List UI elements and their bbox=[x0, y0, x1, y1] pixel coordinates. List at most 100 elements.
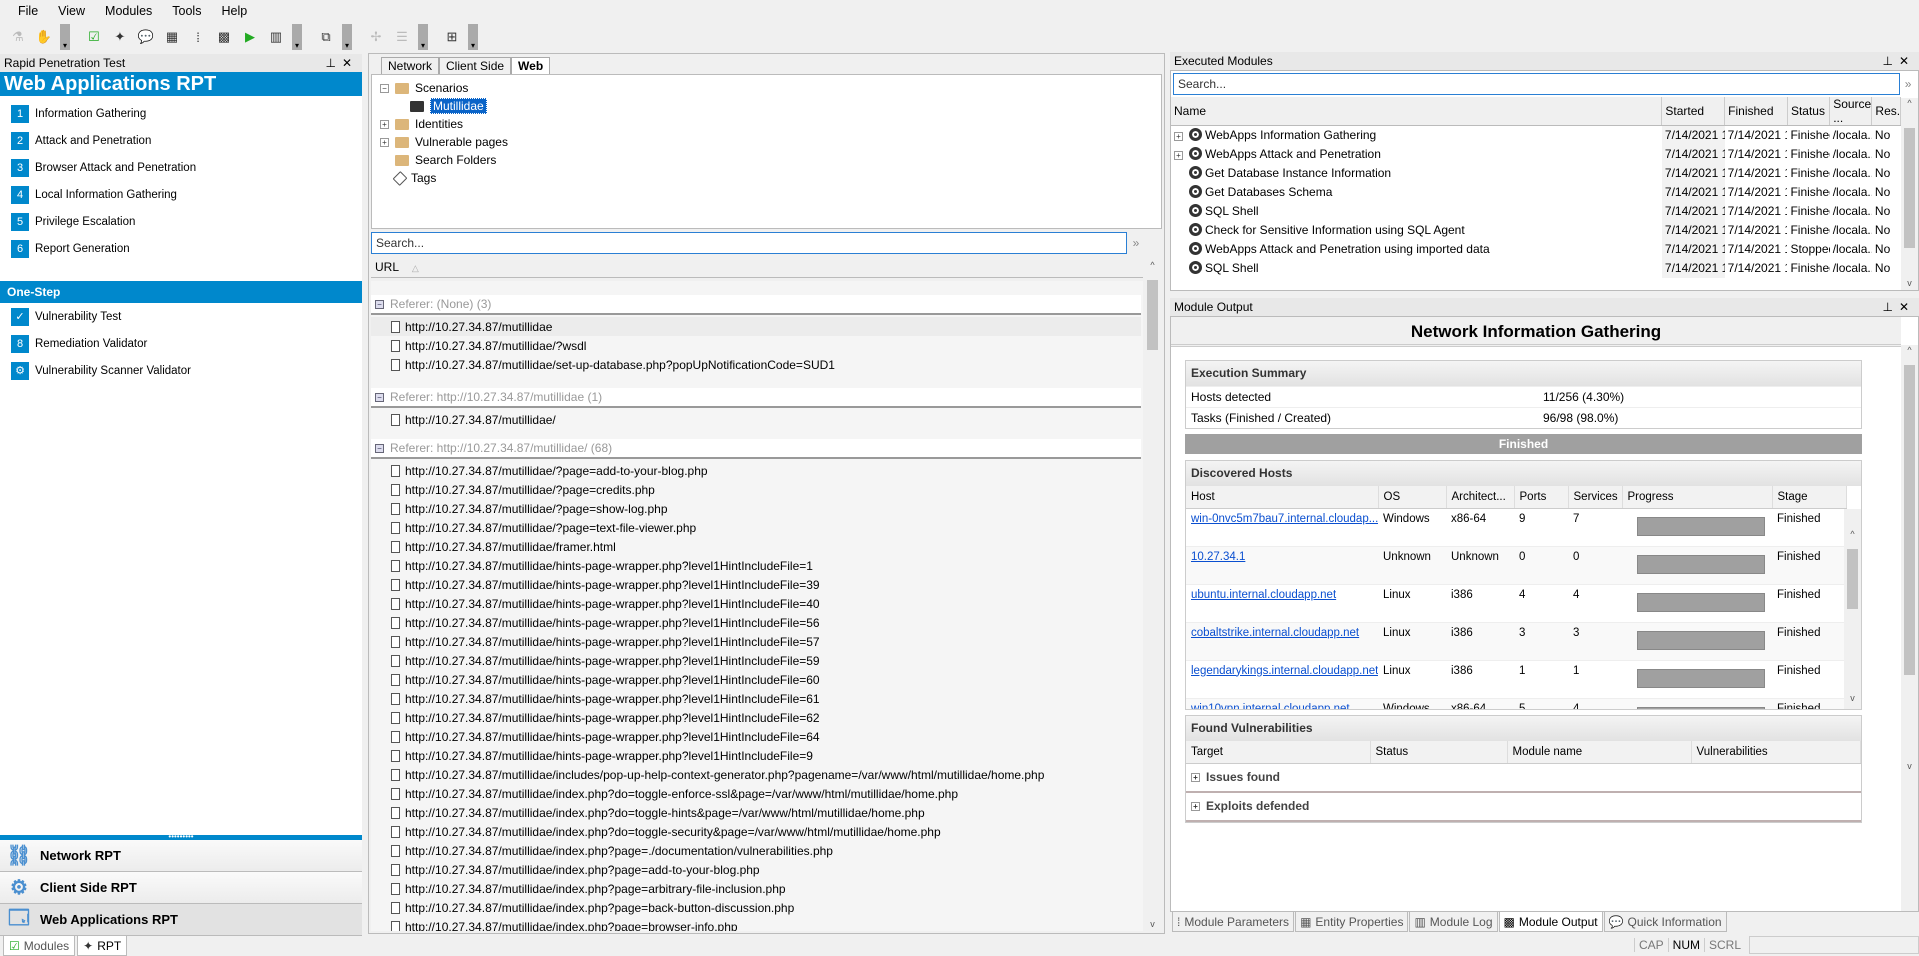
module-row[interactable]: +SQL Shell7/14/2021 10...7/14/2021 10...… bbox=[1171, 201, 1901, 221]
column-header[interactable]: Ports bbox=[1514, 486, 1569, 509]
url-row[interactable]: http://10.27.34.87/mutillidae/hints-page… bbox=[371, 708, 1141, 727]
hosts-scrollbar[interactable]: ^ v bbox=[1844, 509, 1861, 709]
url-row[interactable]: http://10.27.34.87/mutillidae/includes/p… bbox=[371, 765, 1141, 784]
host-link[interactable]: cobaltstrike.internal.cloudapp.net bbox=[1191, 627, 1359, 639]
rpt-step[interactable]: ⚙ Vulnerability Scanner Validator bbox=[0, 357, 362, 384]
url-row[interactable]: http://10.27.34.87/mutillidae/index.php?… bbox=[371, 879, 1141, 898]
tree-node-mutillidae[interactable]: Mutillidae bbox=[372, 97, 1161, 115]
menu-file[interactable]: File bbox=[18, 4, 38, 18]
url-row[interactable]: http://10.27.34.87/mutillidae/set-up-dat… bbox=[371, 355, 1141, 374]
column-header[interactable]: Host bbox=[1186, 486, 1379, 509]
modules-scrollbar[interactable]: ^ v bbox=[1901, 98, 1918, 290]
run-icon[interactable]: ▶ bbox=[240, 27, 260, 47]
column-header[interactable]: Vulnerabilities bbox=[1691, 741, 1861, 764]
expand-search-icon[interactable]: » bbox=[1127, 236, 1145, 250]
pin-close-icons[interactable]: ⊥✕ bbox=[325, 56, 358, 70]
tab-network[interactable]: Network bbox=[381, 57, 440, 74]
tab-quick-information[interactable]: 💬 Quick Information bbox=[1603, 912, 1727, 932]
properties-icon[interactable]: ▦ bbox=[162, 27, 182, 47]
url-row[interactable]: http://10.27.34.87/mutillidae/index.php?… bbox=[371, 841, 1141, 860]
output-icon[interactable]: ▩ bbox=[214, 27, 234, 47]
column-header[interactable]: Progress bbox=[1622, 486, 1773, 509]
pin-close-icons[interactable]: ⊥✕ bbox=[1882, 54, 1915, 68]
collapse-icon[interactable]: − bbox=[375, 443, 384, 453]
tree-node[interactable]: +Search Folders bbox=[372, 151, 1161, 169]
url-row[interactable]: http://10.27.34.87/mutillidae/index.php?… bbox=[371, 803, 1141, 822]
module-row[interactable]: +Check for Sensitive Information using S… bbox=[1171, 220, 1901, 240]
host-link[interactable]: win-0nvc5m7bau7.internal.cloudap... bbox=[1191, 513, 1378, 525]
rpt-step[interactable]: 3 Browser Attack and Penetration bbox=[0, 154, 362, 181]
collapse-icon[interactable]: − bbox=[375, 299, 384, 309]
clean-icon[interactable]: ✋ bbox=[34, 27, 54, 47]
url-row[interactable]: http://10.27.34.87/mutillidae/index.php?… bbox=[371, 898, 1141, 917]
url-search-input[interactable]: Search... bbox=[371, 232, 1127, 254]
expand-icon[interactable]: + bbox=[380, 137, 389, 147]
list-icon[interactable]: ☰ bbox=[392, 27, 412, 47]
column-header[interactable]: Stage bbox=[1772, 486, 1847, 509]
url-row[interactable]: http://10.27.34.87/mutillidae/hints-page… bbox=[371, 727, 1141, 746]
log-icon[interactable]: ▥ bbox=[266, 27, 286, 47]
url-row[interactable]: http://10.27.34.87/mutillidae/?page=text… bbox=[371, 518, 1141, 537]
url-row[interactable]: http://10.27.34.87/mutillidae/ bbox=[371, 410, 1141, 429]
network-icon[interactable]: ✢ bbox=[366, 27, 386, 47]
url-row[interactable]: http://10.27.34.87/mutillidae/?wsdl bbox=[371, 336, 1141, 355]
expand-icon[interactable]: + bbox=[1191, 801, 1200, 811]
expand-icon[interactable]: + bbox=[1174, 151, 1183, 160]
host-link[interactable]: win10vpn.internal.cloudapp.net bbox=[1191, 703, 1350, 710]
collapse-icon[interactable]: − bbox=[375, 392, 384, 402]
column-header[interactable]: Module name bbox=[1507, 741, 1692, 764]
vuln-group[interactable]: + Issues found bbox=[1186, 764, 1861, 793]
column-header[interactable]: Started bbox=[1661, 97, 1726, 126]
rpt-1[interactable]: ⚙ Client Side RPT bbox=[0, 872, 362, 904]
attack-icon[interactable]: ⚗ bbox=[8, 27, 28, 47]
url-row[interactable]: http://10.27.34.87/mutillidae/hints-page… bbox=[371, 670, 1141, 689]
expand-search-icon[interactable]: » bbox=[1900, 77, 1916, 91]
tab-entity-properties[interactable]: ▦ Entity Properties bbox=[1295, 912, 1409, 932]
vuln-group[interactable]: + Exploits defended bbox=[1186, 793, 1861, 822]
url-list-scrollbar[interactable]: ^ v bbox=[1144, 260, 1161, 931]
pin-close-icons[interactable]: ⊥✕ bbox=[1882, 300, 1915, 314]
tree-node-scenarios[interactable]: − Scenarios bbox=[372, 79, 1161, 97]
url-row[interactable]: http://10.27.34.87/mutillidae/framer.htm… bbox=[371, 537, 1141, 556]
column-header[interactable]: Architect... bbox=[1446, 486, 1515, 509]
column-header[interactable]: Source ... bbox=[1829, 97, 1873, 126]
referer-group[interactable]: − Referer: http://10.27.34.87/mutillidae … bbox=[371, 388, 1141, 408]
toolbar-overflow[interactable]: ▾ bbox=[418, 24, 428, 50]
url-row[interactable]: http://10.27.34.87/mutillidae/hints-page… bbox=[371, 689, 1141, 708]
url-row[interactable]: http://10.27.34.87/mutillidae/?page=add-… bbox=[371, 461, 1141, 480]
url-row[interactable]: http://10.27.34.87/mutillidae/hints-page… bbox=[371, 746, 1141, 765]
url-row[interactable]: http://10.27.34.87/mutillidae/hints-page… bbox=[371, 575, 1141, 594]
module-row[interactable]: + WebApps Attack and Penetration 7/14/2021… bbox=[1171, 144, 1901, 164]
tab-client-side[interactable]: Client Side bbox=[439, 57, 512, 74]
host-link[interactable]: ubuntu.internal.cloudapp.net bbox=[1191, 589, 1336, 601]
url-column-header[interactable]: URL △ bbox=[371, 257, 1143, 278]
tree-node[interactable]: + Vulnerable pages bbox=[372, 133, 1161, 151]
rpt-step[interactable]: 8 Remediation Validator bbox=[0, 330, 362, 357]
column-header[interactable]: Res... bbox=[1871, 97, 1907, 126]
rpt-step[interactable]: 2 Attack and Penetration bbox=[0, 127, 362, 154]
column-header[interactable]: Target bbox=[1186, 741, 1371, 764]
collapse-icon[interactable]: − bbox=[380, 83, 389, 93]
url-row[interactable]: http://10.27.34.87/mutillidae/?page=cred… bbox=[371, 480, 1141, 499]
toolbar-overflow[interactable]: ▾ bbox=[468, 24, 478, 50]
modules-search-input[interactable]: Search... bbox=[1173, 73, 1901, 95]
rpt-icon[interactable]: ✦ bbox=[110, 27, 130, 47]
url-row[interactable]: http://10.27.34.87/mutillidae/index.php?… bbox=[371, 822, 1141, 841]
module-row[interactable]: +WebApps Attack and Penetration using im… bbox=[1171, 239, 1901, 259]
tab-web[interactable]: Web bbox=[511, 57, 551, 74]
url-row[interactable]: http://10.27.34.87/mutillidae/hints-page… bbox=[371, 651, 1141, 670]
tree-node[interactable]: + Identities bbox=[372, 115, 1161, 133]
referer-group[interactable]: − Referer: http://10.27.34.87/mutillidae/… bbox=[371, 439, 1141, 459]
menu-help[interactable]: Help bbox=[221, 4, 247, 18]
column-header[interactable]: Status bbox=[1787, 97, 1831, 126]
toolbar-overflow[interactable]: ▾ bbox=[342, 24, 352, 50]
module-row[interactable]: + WebApps Information Gathering 7/14/2021 … bbox=[1171, 125, 1901, 145]
rpt-step[interactable]: 6 Report Generation bbox=[0, 235, 362, 262]
expand-icon[interactable]: + bbox=[1174, 132, 1183, 142]
menu-tools[interactable]: Tools bbox=[172, 4, 201, 18]
url-row[interactable]: http://10.27.34.87/mutillidae/index.php?… bbox=[371, 784, 1141, 803]
rpt-0[interactable]: ⛓ Network RPT bbox=[0, 840, 362, 872]
rpt-step[interactable]: 1 Information Gathering bbox=[0, 100, 362, 127]
new-window-icon[interactable]: ⊞ bbox=[442, 27, 462, 47]
modules-icon[interactable]: ☑ bbox=[84, 27, 104, 47]
